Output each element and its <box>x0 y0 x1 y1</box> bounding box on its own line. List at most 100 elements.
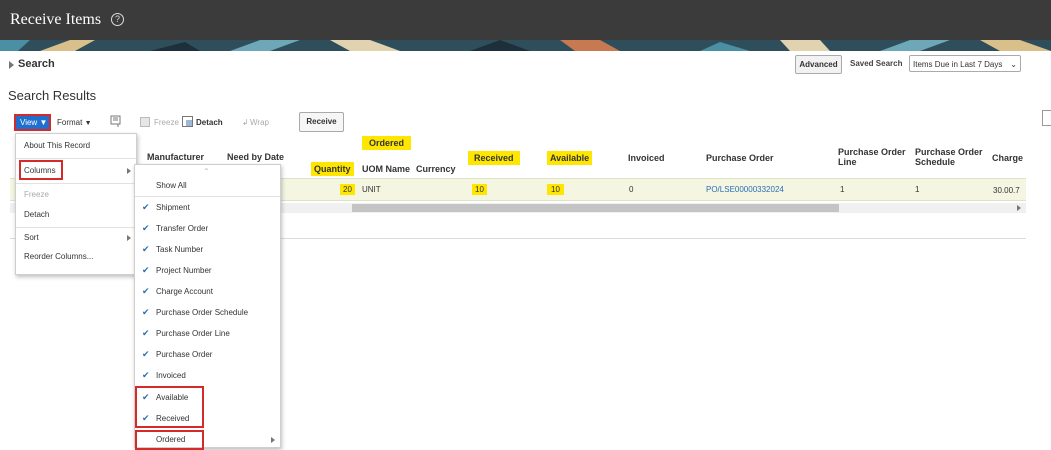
caret-down-icon: ▼ <box>84 120 92 127</box>
column-menu-item[interactable]: ✔ Purchase Order <box>135 349 280 364</box>
menu-item-about-this-record[interactable]: About This Record <box>24 141 90 150</box>
checkmark-icon: ✔ <box>142 307 150 317</box>
format-label: Format <box>57 118 83 127</box>
freeze-button[interactable]: Freeze <box>154 118 179 127</box>
query-by-example-icon[interactable] <box>110 115 122 128</box>
column-menu-item[interactable]: ✔ Shipment <box>135 202 280 217</box>
help-icon[interactable]: ? <box>111 13 124 26</box>
header-line2: Line <box>838 157 857 167</box>
cell-available: 10 <box>547 184 564 195</box>
format-menu-button[interactable]: Format ▼ <box>57 118 92 127</box>
scroll-up-icon[interactable]: ⌃ <box>203 167 210 176</box>
checkmark-icon: ✔ <box>142 202 150 212</box>
view-label: View <box>20 118 38 127</box>
columns-submenu: ⌃ Show All ✔ Shipment ✔ Transfer Order ✔ Task… <box>134 164 281 450</box>
header-invoiced[interactable]: Invoiced <box>628 153 665 163</box>
expand-triangle-icon[interactable] <box>9 61 14 69</box>
header-currency[interactable]: Currency <box>416 164 456 174</box>
view-menu-button[interactable]: View ▼ <box>14 114 51 131</box>
cell-quantity: 20 <box>340 184 355 195</box>
column-menu-item-label: Purchase Order Schedule <box>156 308 249 317</box>
saved-search-select[interactable]: Items Due in Last 7 Days ⌄ <box>909 55 1021 72</box>
submenu-arrow-icon <box>127 235 131 241</box>
freeze-icon <box>140 117 150 127</box>
column-menu-item-label: Purchase Order Line <box>156 329 230 338</box>
menu-separator <box>135 196 280 197</box>
annotation-box-ordered <box>135 430 204 450</box>
checkmark-icon: ✔ <box>142 370 150 380</box>
header-quantity[interactable]: Quantity <box>311 162 354 176</box>
header-purchase-order[interactable]: Purchase Order <box>706 153 774 163</box>
wrap-button[interactable]: Wrap <box>250 118 269 127</box>
column-menu-item[interactable]: ✔ Task Number <box>135 244 280 259</box>
checkmark-icon: ✔ <box>142 286 150 296</box>
cell-po-line: 1 <box>840 185 845 194</box>
column-menu-item-label: Purchase Order <box>156 350 213 359</box>
menu-separator <box>16 158 136 159</box>
scrollbar-thumb[interactable] <box>352 204 839 212</box>
detach-button[interactable]: Detach <box>196 118 223 127</box>
menu-item-reorder-columns[interactable]: Reorder Columns... <box>24 252 93 261</box>
decorative-banner <box>0 40 1051 51</box>
column-menu-item-label: Task Number <box>156 245 204 254</box>
cell-invoiced: 0 <box>629 185 634 194</box>
header-uom-name[interactable]: UOM Name <box>362 164 410 174</box>
header-ordered-group: Ordered <box>362 136 412 150</box>
column-menu-item[interactable]: ✔ Invoiced <box>135 370 280 385</box>
column-menu-item-label: Project Number <box>156 266 212 275</box>
header-manufacturer[interactable]: Manufacturer <box>147 152 204 162</box>
menu-item-show-all[interactable]: Show All <box>156 181 187 190</box>
wrap-icon: ↲ <box>242 118 249 127</box>
receive-button[interactable]: Receive <box>299 112 344 132</box>
header-schedule2: Schedule <box>915 157 956 167</box>
column-menu-item-label: Transfer Order <box>156 224 209 233</box>
cell-received: 10 <box>472 184 487 195</box>
checkmark-icon: ✔ <box>142 223 150 233</box>
cell-uom: UNIT <box>362 185 381 194</box>
header-purchase-order-line[interactable]: Purchase Order Line <box>838 147 906 167</box>
search-results-title: Search Results <box>8 88 97 103</box>
header-received[interactable]: Received <box>468 151 520 165</box>
panel-drawer-icon[interactable] <box>1042 110 1051 126</box>
annotation-box-available-received <box>135 386 204 428</box>
saved-search-label: Saved Search <box>850 59 903 68</box>
menu-separator <box>16 183 136 184</box>
menu-separator <box>16 227 136 228</box>
caret-down-icon: ▼ <box>39 118 48 127</box>
saved-search-value: Items Due in Last 7 Days <box>913 60 1003 69</box>
header-charge[interactable]: Charge <box>992 153 1023 163</box>
annotation-box-columns <box>19 160 63 180</box>
cell-charge: 30.00.7 <box>993 186 1020 195</box>
scroll-right-icon[interactable] <box>1017 205 1021 211</box>
column-menu-item[interactable]: ✔ Charge Account <box>135 286 280 301</box>
search-section-title[interactable]: Search <box>18 58 55 70</box>
view-dropdown-menu: About This Record Columns Freeze Detach … <box>15 133 137 275</box>
checkmark-icon: ✔ <box>142 328 150 338</box>
column-menu-item[interactable]: ✔ Project Number <box>135 265 280 280</box>
column-menu-item[interactable]: ✔ Purchase Order Schedule <box>135 307 280 322</box>
cell-purchase-order-link[interactable]: PO/LSE00000332024 <box>706 185 784 194</box>
header-need-by-date[interactable]: Need by Date <box>227 152 284 162</box>
cell-po-schedule: 1 <box>915 185 920 194</box>
column-menu-item-label: Shipment <box>156 203 190 212</box>
header-available[interactable]: Available <box>547 151 593 165</box>
header-purchase-order-schedule[interactable]: Purchase Order Schedule <box>915 147 983 167</box>
checkmark-icon: ✔ <box>142 265 150 275</box>
detach-icon <box>182 116 193 127</box>
checkmark-icon: ✔ <box>142 244 150 254</box>
column-menu-item[interactable]: ✔ Purchase Order Line <box>135 328 280 343</box>
column-menu-item-label: Charge Account <box>156 287 213 296</box>
header-schedule1: Purchase Order <box>915 147 983 157</box>
header-line1: Purchase Order <box>838 147 906 157</box>
submenu-arrow-icon <box>271 437 275 443</box>
column-menu-item[interactable]: ✔ Transfer Order <box>135 223 280 238</box>
submenu-arrow-icon <box>127 168 131 174</box>
checkmark-icon: ✔ <box>142 349 150 359</box>
advanced-search-button[interactable]: Advanced <box>795 55 842 74</box>
menu-item-detach[interactable]: Detach <box>24 210 49 219</box>
menu-item-sort[interactable]: Sort <box>24 233 39 242</box>
column-menu-item-label: Invoiced <box>156 371 186 380</box>
chevron-down-icon: ⌄ <box>1010 60 1017 69</box>
menu-item-freeze[interactable]: Freeze <box>24 190 49 199</box>
page-title: Receive Items <box>10 11 102 28</box>
